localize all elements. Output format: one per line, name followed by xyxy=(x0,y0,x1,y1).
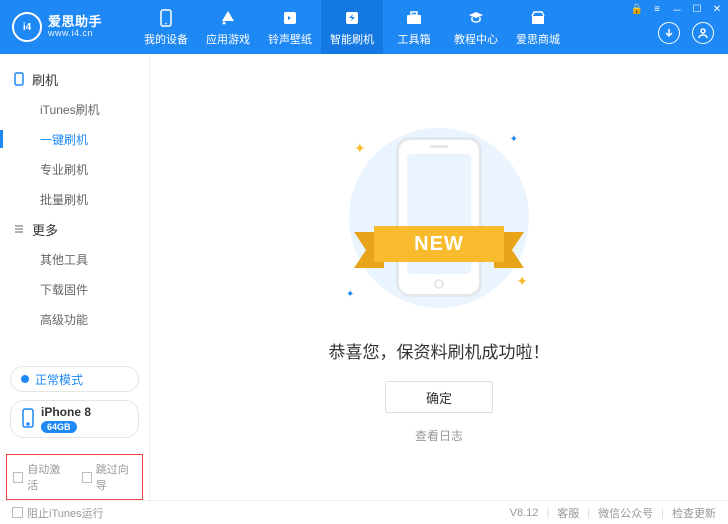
separator: | xyxy=(661,507,664,519)
main-content: NEW ✦ ✦ ✦ ✦ 恭喜您，保资料刷机成功啦！ 确定 查看日志 xyxy=(150,54,728,500)
tab-my-devices[interactable]: 我的设备 xyxy=(135,0,197,54)
menu-icon[interactable]: ≡ xyxy=(652,4,662,14)
ok-button[interactable]: 确定 xyxy=(385,381,493,413)
brand-logo-icon: i4 xyxy=(12,12,42,42)
success-headline: 恭喜您，保资料刷机成功啦！ xyxy=(329,338,550,363)
block-itunes-checkbox[interactable]: 阻止iTunes运行 xyxy=(12,505,104,521)
checkbox-label: 阻止iTunes运行 xyxy=(27,505,104,521)
app-header: i4 爱思助手 www.i4.cn 我的设备 应用游戏 铃声壁纸 xyxy=(0,0,728,54)
tab-label: 应用游戏 xyxy=(206,31,250,47)
sidebar: 刷机 iTunes刷机 一键刷机 专业刷机 批量刷机 更多 其他工具 下载固件 … xyxy=(0,54,150,500)
tutorial-icon xyxy=(466,8,486,28)
phone-illustration-icon xyxy=(396,137,482,297)
device-phone-icon xyxy=(21,408,35,431)
sidebar-checkbox-row: 自动激活 跳过向导 xyxy=(6,454,143,500)
sidebar-item-other-tools[interactable]: 其他工具 xyxy=(0,244,149,274)
auto-activate-checkbox[interactable]: 自动激活 xyxy=(13,461,68,493)
device-name: iPhone 8 xyxy=(41,405,91,419)
tab-label: 工具箱 xyxy=(398,31,431,47)
sidebar-item-advanced[interactable]: 高级功能 xyxy=(0,304,149,334)
tab-toolbox[interactable]: 工具箱 xyxy=(383,0,445,54)
sidebar-bottom: 正常模式 iPhone 8 64GB xyxy=(0,356,149,448)
tab-apps-games[interactable]: 应用游戏 xyxy=(197,0,259,54)
tab-ringtones[interactable]: 铃声壁纸 xyxy=(259,0,321,54)
view-log-link[interactable]: 查看日志 xyxy=(415,427,463,444)
sidebar-item-pro-flash[interactable]: 专业刷机 xyxy=(0,154,149,184)
tab-label: 我的设备 xyxy=(144,31,188,47)
phone-icon xyxy=(156,8,176,28)
version-label: V8.12 xyxy=(510,507,539,519)
status-bar: 阻止iTunes运行 V8.12 | 客服 | 微信公众号 | 检查更新 xyxy=(0,500,728,524)
device-indicator[interactable]: iPhone 8 64GB xyxy=(10,400,139,438)
checkbox-icon xyxy=(12,507,23,518)
sidebar-group-title: 刷机 xyxy=(32,70,58,89)
maximize-icon[interactable]: ☐ xyxy=(692,4,702,14)
store-icon xyxy=(528,8,548,28)
mode-indicator[interactable]: 正常模式 xyxy=(10,366,139,392)
star-icon: ✦ xyxy=(510,134,518,145)
tab-label: 铃声壁纸 xyxy=(268,31,312,47)
brand: i4 爱思助手 www.i4.cn xyxy=(0,12,135,42)
check-update-link[interactable]: 检查更新 xyxy=(672,505,716,521)
toolbox-icon xyxy=(404,8,424,28)
tab-label: 教程中心 xyxy=(454,31,498,47)
ringtone-icon xyxy=(280,8,300,28)
status-right: V8.12 | 客服 | 微信公众号 | 检查更新 xyxy=(510,505,716,521)
phone-small-icon xyxy=(12,72,26,86)
sidebar-item-itunes-flash[interactable]: iTunes刷机 xyxy=(0,94,149,124)
user-button[interactable] xyxy=(692,22,714,44)
more-icon xyxy=(12,222,26,236)
app-body: 刷机 iTunes刷机 一键刷机 专业刷机 批量刷机 更多 其他工具 下载固件 … xyxy=(0,54,728,500)
checkbox-label: 自动激活 xyxy=(27,461,67,493)
tab-tutorials[interactable]: 教程中心 xyxy=(445,0,507,54)
star-icon: ✦ xyxy=(346,289,354,300)
sidebar-group-flash: 刷机 xyxy=(0,64,149,94)
success-illustration: NEW ✦ ✦ ✦ ✦ xyxy=(334,130,544,320)
brand-text: 爱思助手 www.i4.cn xyxy=(48,15,102,39)
checkbox-icon xyxy=(13,472,23,483)
checkbox-label: 跳过向导 xyxy=(96,461,136,493)
separator: | xyxy=(546,507,549,519)
separator: | xyxy=(587,507,590,519)
tab-store[interactable]: 爱思商城 xyxy=(507,0,569,54)
brand-name-cn: 爱思助手 xyxy=(48,15,102,28)
tab-label: 智能刷机 xyxy=(330,31,374,47)
mode-dot-icon xyxy=(21,375,29,383)
sidebar-item-batch-flash[interactable]: 批量刷机 xyxy=(0,184,149,214)
brand-url: www.i4.cn xyxy=(48,28,102,39)
sidebar-item-oneclick-flash[interactable]: 一键刷机 xyxy=(0,124,149,154)
mode-label: 正常模式 xyxy=(35,371,83,388)
sidebar-group-title: 更多 xyxy=(32,220,58,239)
flash-icon xyxy=(342,8,362,28)
wechat-link[interactable]: 微信公众号 xyxy=(598,505,653,521)
header-tabs: 我的设备 应用游戏 铃声壁纸 智能刷机 工具箱 xyxy=(135,0,569,54)
star-icon: ✦ xyxy=(516,273,528,290)
sidebar-scroll: 刷机 iTunes刷机 一键刷机 专业刷机 批量刷机 更多 其他工具 下载固件 … xyxy=(0,54,149,356)
close-icon[interactable]: ✕ xyxy=(712,4,722,14)
sidebar-group-more: 更多 xyxy=(0,214,149,244)
lock-icon[interactable]: 🔒 xyxy=(632,4,642,14)
checkbox-icon xyxy=(82,472,92,483)
sidebar-item-download-firmware[interactable]: 下载固件 xyxy=(0,274,149,304)
ribbon-text: NEW xyxy=(374,226,504,262)
skip-guide-checkbox[interactable]: 跳过向导 xyxy=(82,461,137,493)
tab-smart-flash[interactable]: 智能刷机 xyxy=(321,0,383,54)
minimize-icon[interactable]: － xyxy=(672,4,682,14)
tab-label: 爱思商城 xyxy=(516,31,560,47)
device-storage-badge: 64GB xyxy=(41,421,77,433)
window-controls: 🔒 ≡ － ☐ ✕ xyxy=(632,4,722,14)
download-button[interactable] xyxy=(658,22,680,44)
support-link[interactable]: 客服 xyxy=(557,505,579,521)
apps-icon xyxy=(218,8,238,28)
star-icon: ✦ xyxy=(354,140,366,157)
new-ribbon-icon: NEW xyxy=(354,220,524,270)
header-right xyxy=(658,10,728,44)
